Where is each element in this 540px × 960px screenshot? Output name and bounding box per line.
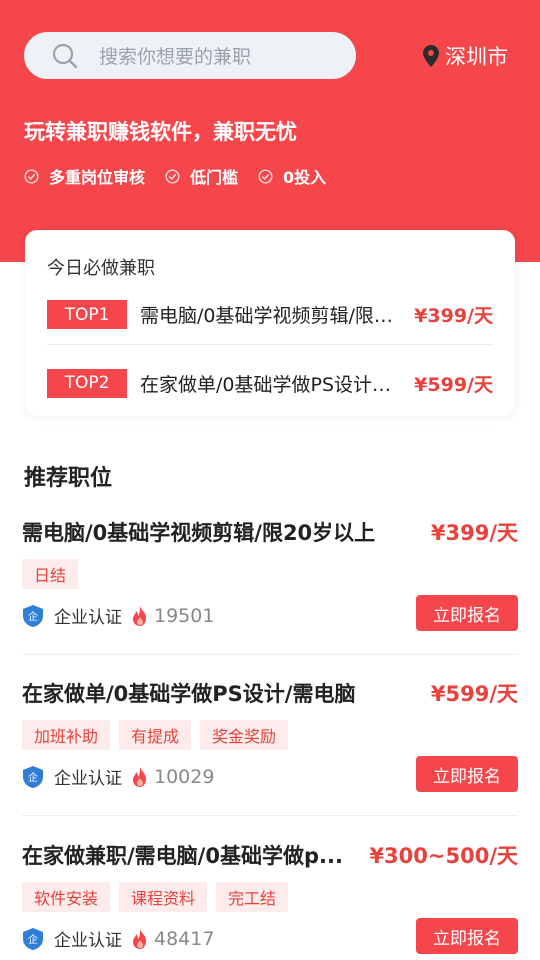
fire-icon xyxy=(130,766,150,788)
perk-label: 0投入 xyxy=(283,168,327,187)
check-circle-icon xyxy=(165,168,180,184)
view-count: 48417 xyxy=(154,927,215,950)
job-tag: 有提成 xyxy=(119,720,192,750)
top-rank-badge: TOP2 xyxy=(47,368,127,398)
today-must-do-card: 今日必做兼职 TOP1 需电脑/0基础学视频剪辑/限20岁以上 ¥399/天 T… xyxy=(25,230,515,416)
check-circle-icon xyxy=(24,168,39,184)
enterprise-verified-icon: 企 xyxy=(22,765,44,789)
job-tag: 加班补助 xyxy=(22,720,111,750)
job-title: 在家做兼职/需电脑/0基础学做p... xyxy=(22,844,343,868)
perk-item: 低门槛 xyxy=(165,164,238,188)
job-title: 需电脑/0基础学视频剪辑/限20岁以上 xyxy=(22,521,376,545)
location-pin-icon xyxy=(423,45,439,67)
svg-text:企: 企 xyxy=(28,771,38,784)
job-tag: 课程资料 xyxy=(119,882,208,912)
top-job-row[interactable]: TOP2 在家做单/0基础学做PS设计/需电脑 ¥599/天 xyxy=(47,353,493,413)
view-count: 19501 xyxy=(154,604,215,627)
job-meta: 企 企业认证 19501 xyxy=(22,603,214,628)
enterprise-cert-label: 企业认证 xyxy=(54,931,122,951)
top-job-title: 需电脑/0基础学视频剪辑/限20岁以上 xyxy=(140,305,396,327)
job-price: ¥599/天 xyxy=(430,682,518,706)
check-circle-icon xyxy=(258,168,273,184)
perk-item: 多重岗位审核 xyxy=(24,164,145,188)
today-heading: 今日必做兼职 xyxy=(47,258,155,279)
job-tag: 日结 xyxy=(22,559,79,589)
top-job-row[interactable]: TOP1 需电脑/0基础学视频剪辑/限20岁以上 ¥399/天 xyxy=(47,285,493,345)
job-tags: 日结 xyxy=(22,559,87,589)
enterprise-cert-label: 企业认证 xyxy=(54,769,122,789)
apply-button[interactable]: 立即报名 xyxy=(416,595,518,631)
job-meta: 企 企业认证 10029 xyxy=(22,764,214,789)
fire-icon xyxy=(130,605,150,627)
perk-item: 0投入 xyxy=(258,164,326,188)
divider xyxy=(22,815,518,816)
job-meta: 企 企业认证 48417 xyxy=(22,926,214,951)
perk-label: 多重岗位审核 xyxy=(49,168,146,187)
top-job-price: ¥599/天 xyxy=(414,373,493,396)
view-count: 10029 xyxy=(154,765,215,788)
svg-text:企: 企 xyxy=(28,933,38,946)
job-price: ¥300~500/天 xyxy=(369,844,518,868)
search-icon xyxy=(51,42,79,70)
enterprise-verified-icon: 企 xyxy=(22,927,44,951)
fire-icon xyxy=(130,928,150,950)
job-tag: 奖金奖励 xyxy=(200,720,289,750)
job-title: 在家做单/0基础学做PS设计/需电脑 xyxy=(22,682,356,706)
perk-label: 低门槛 xyxy=(190,168,239,187)
search-bar[interactable]: 搜索你想要的兼职 xyxy=(24,32,356,79)
city-name: 深圳市 xyxy=(445,45,508,69)
search-placeholder: 搜索你想要的兼职 xyxy=(99,46,252,68)
perk-list: 多重岗位审核 低门槛 0投入 xyxy=(24,164,346,188)
hero-slogan: 玩转兼职赚钱软件，兼职无忧 xyxy=(24,120,297,144)
job-tags: 加班补助 有提成 奖金奖励 xyxy=(22,720,297,750)
svg-text:企: 企 xyxy=(28,610,38,623)
job-tags: 软件安装 课程资料 完工结 xyxy=(22,882,297,912)
enterprise-cert-label: 企业认证 xyxy=(54,608,122,628)
top-job-price: ¥399/天 xyxy=(414,305,493,327)
enterprise-verified-icon: 企 xyxy=(22,604,44,628)
divider xyxy=(22,654,518,655)
apply-button[interactable]: 立即报名 xyxy=(416,756,518,792)
recommended-heading: 推荐职位 xyxy=(24,466,113,491)
top-job-title: 在家做单/0基础学做PS设计/需电脑 xyxy=(140,373,396,396)
job-tag: 软件安装 xyxy=(22,882,111,912)
job-price: ¥399/天 xyxy=(430,521,518,545)
job-tag: 完工结 xyxy=(216,882,289,912)
location-selector[interactable]: 深圳市 xyxy=(423,40,508,72)
apply-button[interactable]: 立即报名 xyxy=(416,918,518,954)
top-rank-badge: TOP1 xyxy=(47,300,127,329)
